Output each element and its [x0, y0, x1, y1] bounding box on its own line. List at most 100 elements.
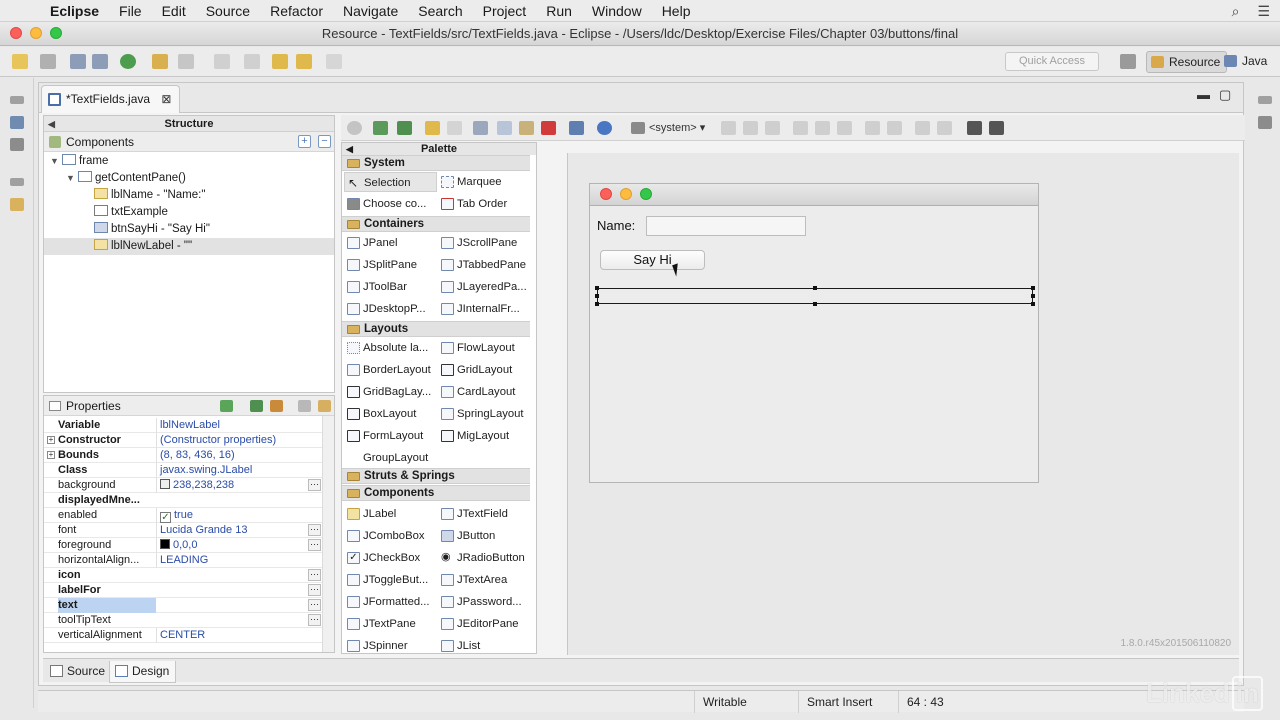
align-right-icon[interactable] [765, 121, 780, 135]
align-bottom-icon[interactable] [837, 121, 852, 135]
look-and-feel-dropdown[interactable]: <system> ▾ [631, 120, 705, 136]
externalize-strings-icon[interactable] [373, 121, 388, 135]
palette-item-marquee[interactable]: Marquee [438, 172, 531, 192]
palette-collapse-icon[interactable]: ◀ [346, 143, 353, 155]
minimize-editor-icon[interactable]: ▬ [1197, 87, 1210, 102]
palette-item-flowlayout[interactable]: FlowLayout [438, 338, 531, 358]
menu-project[interactable]: Project [473, 3, 537, 19]
palette-item-gridlayout[interactable]: GridLayout [438, 360, 531, 380]
center-vertical-icon[interactable] [989, 121, 1004, 135]
palette-category-components[interactable]: Components [342, 485, 530, 501]
prop-row-labelfor[interactable]: labelFor ··· [44, 583, 322, 598]
menu-source[interactable]: Source [196, 3, 260, 19]
prop-row-horizontalalignment[interactable]: horizontalAlign... LEADING [44, 553, 322, 568]
show-advanced-icon[interactable] [298, 400, 311, 412]
prop-row-constructor[interactable]: + Constructor (Constructor properties) [44, 433, 322, 448]
palette-item-jformattedtextfield[interactable]: JFormatted... [344, 592, 437, 612]
palette-item-jsplitpane[interactable]: JSplitPane [344, 255, 437, 275]
outline-icon[interactable] [10, 138, 24, 151]
save-all-icon[interactable] [92, 54, 108, 69]
restore-icon-2[interactable] [10, 178, 24, 186]
palette-item-jlist[interactable]: JList [438, 636, 531, 653]
palette-category-layouts[interactable]: Layouts [342, 321, 530, 337]
palette-item-jtextarea[interactable]: JTextArea [438, 570, 531, 590]
space-vertical-icon[interactable] [937, 121, 952, 135]
align-top-icon[interactable] [793, 121, 808, 135]
palette-item-jtextpane[interactable]: JTextPane [344, 614, 437, 634]
palette-item-jpanel[interactable]: JPanel [344, 233, 437, 253]
convert-local-field-icon[interactable] [270, 400, 283, 412]
jframe-preview[interactable]: Name: Say Hi [589, 183, 1039, 483]
new-wizard-icon[interactable] [40, 54, 56, 69]
prop-row-displayedmnemonic[interactable]: displayedMne... [44, 493, 322, 508]
prop-row-foreground[interactable]: foreground 0,0,0 ··· [44, 538, 322, 553]
design-canvas[interactable]: Name: Say Hi 1.8.0.r45x201506110820 [567, 153, 1239, 655]
maximize-editor-icon[interactable]: ▢ [1219, 87, 1231, 103]
restore-icon[interactable] [10, 96, 24, 104]
palette-category-system[interactable]: System [342, 155, 530, 171]
palette-item-jcheckbox[interactable]: ✓ JCheckBox [344, 548, 437, 568]
menu-search[interactable]: Search [408, 3, 472, 19]
perspective-resource[interactable]: Resource [1146, 51, 1228, 73]
tab-order-icon[interactable] [569, 121, 584, 135]
menu-run[interactable]: Run [536, 3, 582, 19]
tree-node-btnsayhi[interactable]: btnSayHi - "Say Hi" [94, 221, 330, 238]
perspective-java[interactable]: Java [1220, 51, 1273, 73]
expand-plus-icon[interactable]: + [47, 451, 55, 459]
open-perspective-icon[interactable] [1120, 54, 1136, 69]
resize-handle[interactable] [1031, 286, 1035, 290]
same-width-icon[interactable] [865, 121, 880, 135]
cut-icon[interactable] [473, 121, 488, 135]
palette-item-jscrollpane[interactable]: JScrollPane [438, 233, 531, 253]
lblnewlabel-selected[interactable] [595, 286, 1035, 306]
palette-item-borderlayout[interactable]: BorderLayout [344, 360, 437, 380]
palette-item-jtoolbar[interactable]: JToolBar [344, 277, 437, 297]
lblname-label[interactable]: Name: [597, 218, 635, 233]
open-type-icon[interactable] [152, 54, 168, 69]
align-left-icon[interactable] [721, 121, 736, 135]
resize-handle[interactable] [813, 286, 817, 290]
palette-item-grouplayout[interactable]: GroupLayout [344, 448, 437, 468]
expand-all-button[interactable]: + [298, 135, 311, 148]
show-events-icon[interactable] [220, 400, 233, 412]
palette-item-jlabel[interactable]: JLabel [344, 504, 437, 524]
menu-navigate[interactable]: Navigate [333, 3, 408, 19]
tree-node-txtexample[interactable]: txtExample [94, 204, 330, 221]
resize-handle[interactable] [595, 286, 599, 290]
prop-row-class[interactable]: Class javax.swing.JLabel [44, 463, 322, 478]
palette-item-jlayeredpane[interactable]: JLayeredPa... [438, 277, 531, 297]
copy-icon[interactable] [497, 121, 512, 135]
prop-row-enabled[interactable]: enabled ✓ true [44, 508, 322, 523]
align-middle-icon[interactable] [815, 121, 830, 135]
palette-item-absolute-layout[interactable]: Absolute la... [344, 338, 437, 358]
prop-row-icon[interactable]: icon ··· [44, 568, 322, 583]
resize-handle[interactable] [1031, 294, 1035, 298]
tree-node-lblnewlabel[interactable]: lblNewLabel - "" [44, 238, 334, 255]
palette-item-jtogglebutton[interactable]: JToggleBut... [344, 570, 437, 590]
resize-handle[interactable] [595, 302, 599, 306]
previous-annotation-icon[interactable] [244, 54, 260, 69]
palette-item-miglayout[interactable]: MigLayout [438, 426, 531, 446]
palette-item-gridbaglayout[interactable]: GridBagLay... [344, 382, 437, 402]
palette-item-jradiobutton[interactable]: ◉ JRadioButton [438, 548, 531, 568]
palette-item-jtabbedpane[interactable]: JTabbedPane [438, 255, 531, 275]
prop-row-bounds[interactable]: + Bounds (8, 83, 436, 16) [44, 448, 322, 463]
palette-item-jcombobox[interactable]: JComboBox [344, 526, 437, 546]
package-explorer-icon[interactable] [10, 116, 24, 129]
task-list-icon[interactable] [10, 198, 24, 211]
new-icon[interactable] [12, 54, 28, 69]
edit-ellipsis-button[interactable]: ··· [308, 524, 321, 536]
palette-item-tab-order[interactable]: Tab Order [438, 194, 531, 214]
quick-access-input[interactable]: Quick Access [1005, 52, 1099, 71]
paste-icon[interactable] [519, 121, 534, 135]
look-and-feel-icon[interactable] [597, 121, 612, 135]
palette-item-jpasswordfield[interactable]: JPassword... [438, 592, 531, 612]
same-height-icon[interactable] [887, 121, 902, 135]
save-icon[interactable] [70, 54, 86, 69]
resize-handle[interactable] [595, 294, 599, 298]
tree-node-contentpane[interactable]: ▼ getContentPane() [66, 170, 330, 187]
run-icon[interactable] [120, 54, 136, 69]
search-tool-icon[interactable] [178, 54, 194, 69]
palette-item-cardlayout[interactable]: CardLayout [438, 382, 531, 402]
menu-edit[interactable]: Edit [152, 3, 196, 19]
